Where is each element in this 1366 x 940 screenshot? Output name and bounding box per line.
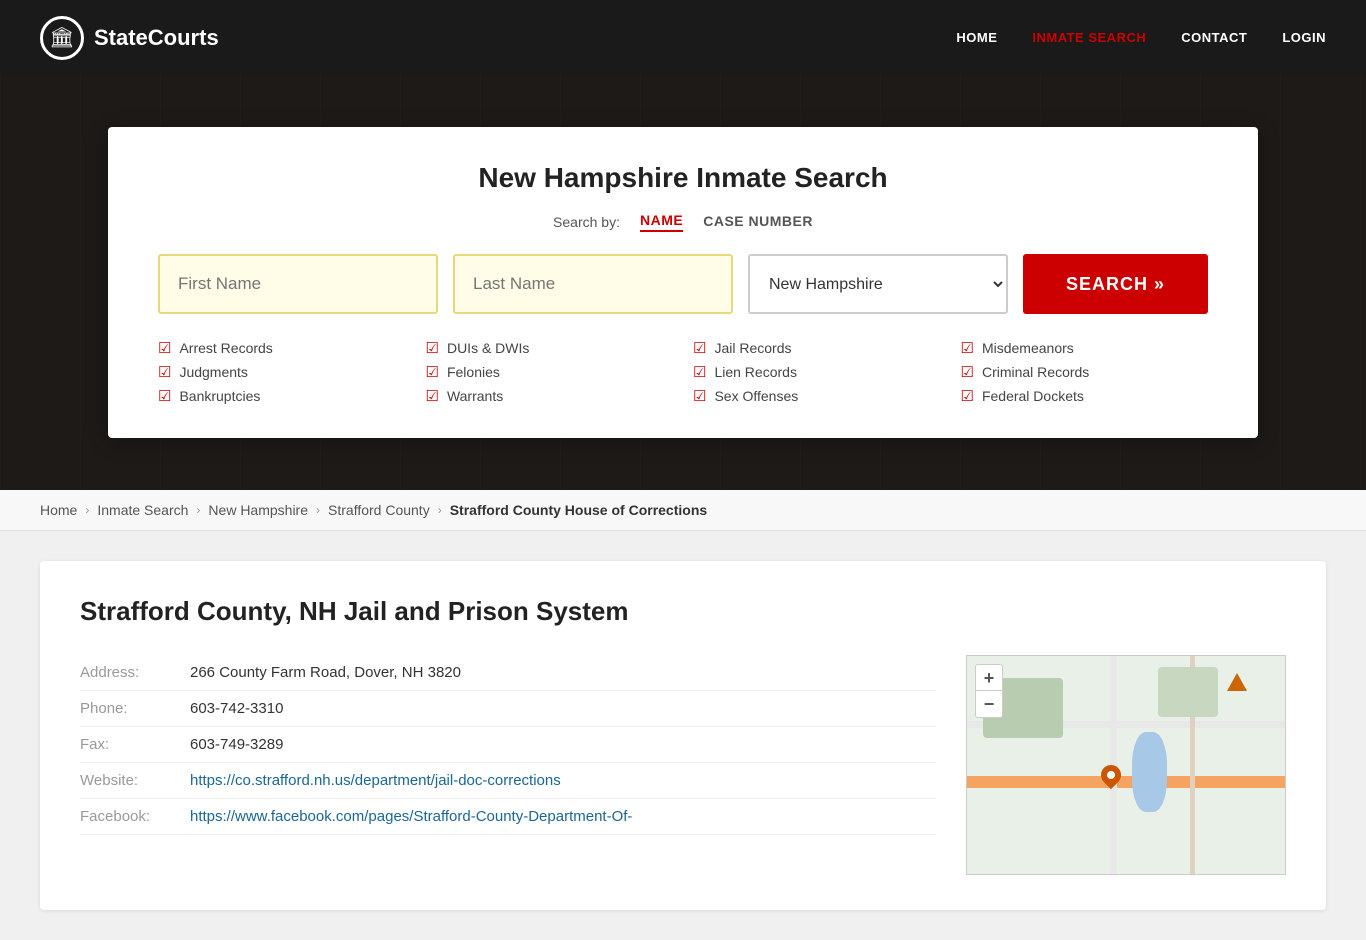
tab-case-number[interactable]: CASE NUMBER xyxy=(703,213,813,231)
website-value: https://co.strafford.nh.us/department/ja… xyxy=(190,772,561,789)
list-item: ☑ Judgments xyxy=(158,360,406,384)
breadcrumb: Home › Inmate Search › New Hampshire › S… xyxy=(0,490,1366,531)
content-card: Strafford County, NH Jail and Prison Sys… xyxy=(40,561,1326,910)
website-link[interactable]: https://co.strafford.nh.us/department/ja… xyxy=(190,772,561,789)
address-value: 266 County Farm Road, Dover, NH 3820 xyxy=(190,664,461,681)
header: 🏛 StateCourts HOME INMATE SEARCH CONTACT… xyxy=(0,0,1366,75)
main-nav: HOME INMATE SEARCH CONTACT LOGIN xyxy=(956,30,1326,45)
search-by-label: Search by: xyxy=(553,214,620,230)
list-item: ☑ Misdemeanors xyxy=(961,336,1209,360)
list-item: ☑ Criminal Records xyxy=(961,360,1209,384)
phone-value: 603-742-3310 xyxy=(190,700,283,717)
facebook-link[interactable]: https://www.facebook.com/pages/Strafford… xyxy=(190,808,632,825)
main-content: Strafford County, NH Jail and Prison Sys… xyxy=(0,531,1366,940)
map-triangle-marker xyxy=(1227,673,1247,691)
list-item: ☑ Felonies xyxy=(426,360,674,384)
checklist-col-1: ☑ Arrest Records ☑ Judgments ☑ Bankruptc… xyxy=(158,336,406,408)
list-item: ☑ Arrest Records xyxy=(158,336,406,360)
check-icon: ☑ xyxy=(693,363,706,381)
list-item: ☑ Bankruptcies xyxy=(158,384,406,408)
nav-inmate-search[interactable]: INMATE SEARCH xyxy=(1032,30,1146,45)
check-icon: ☑ xyxy=(961,387,974,405)
search-by-row: Search by: NAME CASE NUMBER xyxy=(158,212,1208,232)
map-road xyxy=(967,776,1285,788)
logo[interactable]: 🏛 StateCourts xyxy=(40,16,219,60)
content-layout: Address: 266 County Farm Road, Dover, NH… xyxy=(80,655,1286,875)
breadcrumb-home[interactable]: Home xyxy=(40,502,77,518)
check-icon: ☑ xyxy=(693,339,706,357)
search-button[interactable]: SEARCH » xyxy=(1023,254,1208,314)
list-item: ☑ Sex Offenses xyxy=(693,384,941,408)
phone-row: Phone: 603-742-3310 xyxy=(80,691,936,727)
facebook-row: Facebook: https://www.facebook.com/pages… xyxy=(80,799,936,835)
breadcrumb-sep-4: › xyxy=(438,503,442,517)
check-icon: ☑ xyxy=(158,339,171,357)
check-icon: ☑ xyxy=(426,339,439,357)
breadcrumb-sep-2: › xyxy=(196,503,200,517)
nav-contact[interactable]: CONTACT xyxy=(1181,30,1247,45)
facility-info: Address: 266 County Farm Road, Dover, NH… xyxy=(80,655,936,835)
breadcrumb-inmate-search[interactable]: Inmate Search xyxy=(97,502,188,518)
map-marker-inner xyxy=(1105,769,1116,780)
fax-label: Fax: xyxy=(80,736,170,753)
website-label: Website: xyxy=(80,772,170,789)
first-name-input[interactable] xyxy=(158,254,438,314)
logo-icon: 🏛 xyxy=(40,16,84,60)
address-label: Address: xyxy=(80,664,170,681)
breadcrumb-current: Strafford County House of Corrections xyxy=(450,502,707,518)
last-name-input[interactable] xyxy=(453,254,733,314)
list-item: ☑ Warrants xyxy=(426,384,674,408)
address-row: Address: 266 County Farm Road, Dover, NH… xyxy=(80,655,936,691)
check-icon: ☑ xyxy=(426,363,439,381)
map-container: + − xyxy=(966,655,1286,875)
check-icon: ☑ xyxy=(158,387,171,405)
check-icon: ☑ xyxy=(693,387,706,405)
fax-row: Fax: 603-749-3289 xyxy=(80,727,936,763)
search-fields-row: New Hampshire Alabama Alaska Arizona Ark… xyxy=(158,254,1208,314)
state-select[interactable]: New Hampshire Alabama Alaska Arizona Ark… xyxy=(748,254,1008,314)
search-card: New Hampshire Inmate Search Search by: N… xyxy=(108,127,1258,438)
check-icon: ☑ xyxy=(961,363,974,381)
facebook-value: https://www.facebook.com/pages/Strafford… xyxy=(190,808,632,825)
search-card-title: New Hampshire Inmate Search xyxy=(158,162,1208,194)
list-item: ☑ Jail Records xyxy=(693,336,941,360)
checklist-col-3: ☑ Jail Records ☑ Lien Records ☑ Sex Offe… xyxy=(693,336,941,408)
breadcrumb-new-hampshire[interactable]: New Hampshire xyxy=(208,502,308,518)
checklist-col-4: ☑ Misdemeanors ☑ Criminal Records ☑ Fede… xyxy=(961,336,1209,408)
map-zoom-out[interactable]: − xyxy=(976,691,1002,717)
list-item: ☑ Lien Records xyxy=(693,360,941,384)
website-row: Website: https://co.strafford.nh.us/depa… xyxy=(80,763,936,799)
map-zoom-in[interactable]: + xyxy=(976,665,1002,691)
check-icon: ☑ xyxy=(961,339,974,357)
logo-text: StateCourts xyxy=(94,25,219,51)
breadcrumb-strafford-county[interactable]: Strafford County xyxy=(328,502,430,518)
map-water xyxy=(1132,732,1167,812)
map-background xyxy=(967,656,1285,874)
checklist-col-2: ☑ DUIs & DWIs ☑ Felonies ☑ Warrants xyxy=(426,336,674,408)
hero-section: COURTHOUSE New Hampshire Inmate Search S… xyxy=(0,75,1366,490)
nav-login[interactable]: LOGIN xyxy=(1282,30,1326,45)
checklist-grid: ☑ Arrest Records ☑ Judgments ☑ Bankruptc… xyxy=(158,336,1208,408)
nav-home[interactable]: HOME xyxy=(956,30,997,45)
check-icon: ☑ xyxy=(426,387,439,405)
map-controls: + − xyxy=(975,664,1003,718)
map-area xyxy=(1158,667,1218,717)
phone-label: Phone: xyxy=(80,700,170,717)
list-item: ☑ DUIs & DWIs xyxy=(426,336,674,360)
facility-title: Strafford County, NH Jail and Prison Sys… xyxy=(80,596,1286,627)
fax-value: 603-749-3289 xyxy=(190,736,283,753)
breadcrumb-sep-1: › xyxy=(85,503,89,517)
list-item: ☑ Federal Dockets xyxy=(961,384,1209,408)
facebook-label: Facebook: xyxy=(80,808,170,825)
tab-name[interactable]: NAME xyxy=(640,212,683,232)
breadcrumb-sep-3: › xyxy=(316,503,320,517)
check-icon: ☑ xyxy=(158,363,171,381)
